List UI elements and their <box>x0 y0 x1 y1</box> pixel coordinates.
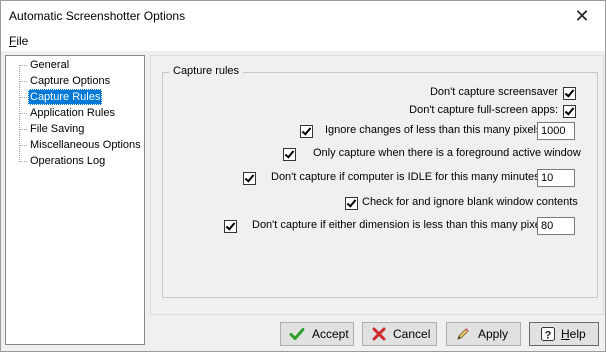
rule-label: Don't capture screensaver <box>429 86 558 98</box>
svg-text:?: ? <box>545 330 552 342</box>
options-nav-tree[interactable]: General Capture Options Capture Rules Ap… <box>5 55 145 345</box>
x-icon <box>372 327 386 341</box>
rule-blank-window[interactable]: Check for and ignore blank window conten… <box>345 194 578 212</box>
idle-minutes-input[interactable] <box>537 169 575 187</box>
min-dimension-checkbox[interactable] <box>224 220 237 233</box>
cancel-button[interactable]: Cancel <box>362 322 437 346</box>
rule-label: Check for and ignore blank window conten… <box>362 196 578 208</box>
close-button[interactable]: ✕ <box>559 1 605 31</box>
help-label-rest: elp <box>569 327 586 341</box>
nav-item-label: Application Rules <box>30 107 115 119</box>
tree-branch <box>19 65 27 66</box>
rule-label: Don't capture if computer is IDLE for th… <box>271 171 543 183</box>
nav-item-label: Operations Log <box>30 155 106 167</box>
nav-item-label: Capture Rules <box>28 89 103 105</box>
title-bar: Automatic Screenshotter Options ✕ <box>1 1 605 31</box>
help-button[interactable]: ? Help <box>529 322 599 346</box>
close-icon: ✕ <box>574 6 590 26</box>
group-title: Capture rules <box>169 65 244 77</box>
idle-checkbox[interactable] <box>243 172 256 185</box>
rule-label: Don't capture if either dimension is les… <box>252 219 549 231</box>
checkmark-icon <box>289 328 305 340</box>
tree-branch <box>19 161 27 162</box>
tree-branch <box>19 129 27 130</box>
tree-branch <box>19 145 27 146</box>
fullscreen-checkbox[interactable] <box>563 105 576 118</box>
apply-button[interactable]: Apply <box>446 322 521 346</box>
help-label: Help <box>561 327 586 341</box>
rule-ignore-changes[interactable]: Ignore changes of less than this many pi… <box>300 122 576 140</box>
menu-bar: File <box>1 31 605 51</box>
min-dimension-pixels-input[interactable] <box>537 217 575 235</box>
apply-label: Apply <box>478 327 509 341</box>
window-title: Automatic Screenshotter Options <box>9 9 186 23</box>
tree-branch <box>19 97 27 98</box>
menu-file-label: ile <box>16 34 29 48</box>
screensaver-checkbox[interactable] <box>563 87 576 100</box>
nav-item-label: Miscellaneous Options <box>30 139 141 151</box>
rule-label: Don't capture full-screen apps: <box>409 104 558 116</box>
nav-item-label: Capture Options <box>30 75 111 87</box>
tree-branch <box>19 81 27 82</box>
rule-dont-capture-fullscreen[interactable]: Don't capture full-screen apps: <box>300 102 576 120</box>
nav-item-label: General <box>30 59 70 71</box>
question-icon: ? <box>541 327 555 342</box>
blank-window-checkbox[interactable] <box>345 197 358 210</box>
rule-min-dimension[interactable]: Don't capture if either dimension is les… <box>224 217 576 235</box>
accept-label: Accept <box>312 327 349 341</box>
rule-label: Ignore changes of less than this many pi… <box>325 124 545 136</box>
rule-label: Only capture when there is a foreground … <box>313 147 581 159</box>
ignore-changes-checkbox[interactable] <box>300 125 313 138</box>
tree-branch <box>19 113 27 114</box>
accept-button[interactable]: Accept <box>280 322 354 346</box>
menu-file[interactable]: File <box>9 34 28 48</box>
help-mnemonic: H <box>561 327 570 341</box>
ignore-changes-pixels-input[interactable] <box>537 122 575 140</box>
rule-foreground-only[interactable]: Only capture when there is a foreground … <box>283 145 581 163</box>
rule-dont-capture-screensaver[interactable]: Don't capture screensaver <box>300 84 576 102</box>
nav-item-label: File Saving <box>30 123 85 135</box>
pencil-icon <box>457 328 469 340</box>
rule-idle[interactable]: Don't capture if computer is IDLE for th… <box>243 169 576 187</box>
foreground-checkbox[interactable] <box>283 148 296 161</box>
cancel-label: Cancel <box>393 327 431 341</box>
